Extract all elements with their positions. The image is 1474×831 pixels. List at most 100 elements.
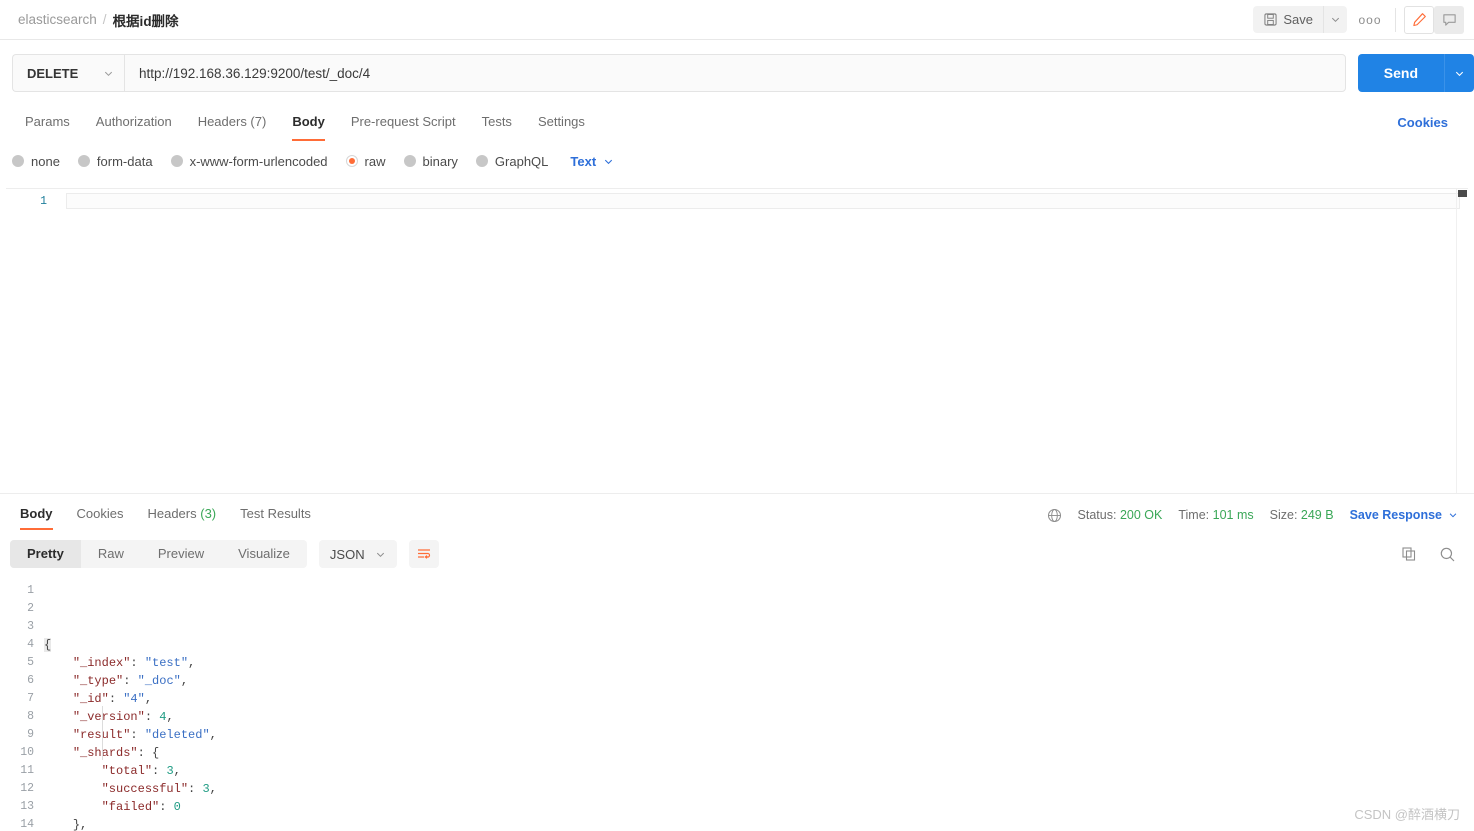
ellipsis-icon: ooo [1358,12,1382,27]
code-line: "_version": 4, [44,708,1474,726]
copy-button[interactable] [1401,546,1417,562]
line-number: 12 [20,782,34,795]
watermark: CSDN @醉酒横刀 [1354,807,1460,822]
response-headers-count: (3) [200,506,217,521]
code-token: "test" [144,656,189,670]
edit-mode-button[interactable] [1404,5,1434,34]
response-body-viewer[interactable]: 1 2 3 4 5 6 7 8 9 10 11 12 13 14 { "_index": "test", … [0,580,1474,831]
body-type-none[interactable]: none [12,154,60,169]
body-type-options: none form-data x-www-form-urlencoded raw… [0,150,1474,172]
response-time: Time: 101 ms [1178,508,1253,522]
response-size-label: Size: [1269,508,1298,522]
breadcrumb-separator: / [102,12,107,27]
body-type-form-data[interactable]: form-data [77,154,153,169]
tab-authorization[interactable]: Authorization [83,108,185,136]
code-token: "_id" [72,692,109,706]
line-number: 1 [40,195,47,208]
tab-headers[interactable]: Headers (7) [185,108,280,136]
code-token: : [123,674,138,688]
comments-button[interactable] [1434,5,1464,34]
line-number: 9 [27,728,34,741]
chevron-down-icon [103,68,114,79]
code-token: "_index" [72,656,131,670]
view-mode-raw[interactable]: Raw [81,540,141,568]
chevron-down-icon [603,156,614,167]
breadcrumb-current[interactable]: 根据id删除 [113,10,179,30]
tab-tests[interactable]: Tests [469,108,525,136]
radio-icon [12,155,24,167]
response-tab-test-results[interactable]: Test Results [228,498,323,532]
wrap-lines-button[interactable] [408,540,439,568]
cookies-link[interactable]: Cookies [1397,115,1462,130]
send-button[interactable]: Send [1357,54,1444,92]
body-type-label: raw [364,153,386,169]
response-view-mode-group: Pretty Raw Preview Visualize [10,540,307,568]
body-type-urlencoded[interactable]: x-www-form-urlencoded [170,154,328,169]
code-token: : { [137,746,160,760]
response-tab-body[interactable]: Body [8,498,65,532]
editor-text-area[interactable] [58,189,1468,493]
send-options-chevron[interactable] [1444,54,1474,92]
body-type-raw[interactable]: raw [345,153,386,169]
response-format-select[interactable]: JSON [318,540,397,568]
view-mode-preview[interactable]: Preview [141,540,221,568]
tab-body[interactable]: Body [279,108,338,141]
line-number: 8 [27,710,34,723]
tab-params[interactable]: Params [12,108,83,136]
save-button[interactable]: Save [1253,6,1323,33]
response-tab-headers[interactable]: Headers (3) [135,498,228,532]
editor-active-line [66,193,1460,209]
body-type-label: GraphQL [494,153,549,169]
code-token: { [44,638,52,652]
response-status-value: 200 OK [1119,508,1163,522]
tab-settings[interactable]: Settings [525,108,598,136]
code-token: "total" [101,764,153,778]
body-type-graphql[interactable]: GraphQL [475,153,549,169]
line-number: 5 [27,656,34,669]
code-token: , [173,764,181,778]
editor-vertical-scrollbar[interactable] [1456,189,1468,493]
save-response-button[interactable]: Save Response [1350,508,1458,522]
view-mode-visualize[interactable]: Visualize [221,540,307,568]
line-number: 7 [27,692,34,705]
code-token: : [130,728,145,742]
radio-selected-icon [345,155,358,167]
request-url-input[interactable]: http://192.168.36.129:9200/test/_doc/4 [124,54,1346,92]
response-tab-cookies[interactable]: Cookies [65,498,136,532]
body-type-binary[interactable]: binary [403,153,458,169]
response-tab-headers-label: Headers [147,506,197,521]
code-token: : [144,710,160,724]
http-method-select[interactable]: DELETE [12,54,124,92]
code-line: "_shards": { [44,744,1474,762]
search-button[interactable] [1439,546,1456,563]
tab-pre-request-script[interactable]: Pre-request Script [338,108,469,136]
code-line: "total": 3, [44,762,1474,780]
editor-scrollbar-thumb[interactable] [1458,190,1467,197]
code-token: : [108,692,124,706]
editor-line-numbers: 1 [6,189,58,493]
toolbar-divider [1395,7,1396,32]
code-token: 3 [202,782,210,796]
response-time-value: 101 ms [1212,508,1254,522]
floppy-disk-icon [1264,13,1277,26]
save-options-chevron[interactable] [1323,6,1347,33]
chevron-down-icon [1454,68,1465,79]
line-number: 1 [27,584,34,597]
radio-icon [403,155,416,167]
breadcrumb-root[interactable]: elasticsearch [18,12,97,27]
breadcrumb: elasticsearch / 根据id删除 [18,10,179,30]
code-token: "failed" [101,800,160,814]
code-token: : [130,656,145,670]
more-options-button[interactable]: ooo [1353,6,1387,33]
body-type-label: binary [422,153,458,169]
code-token: "4" [123,692,145,706]
response-size: Size: 249 B [1270,508,1334,522]
response-toolbar-actions [1401,546,1464,563]
request-body-editor[interactable]: 1 [6,188,1468,493]
code-token: "_version" [72,710,145,724]
raw-format-select[interactable]: Text [570,154,614,169]
response-body-code[interactable]: { "_index": "test", "_type": "_doc", "_i… [44,580,1474,831]
code-token: }, [72,818,88,831]
fold-guide [102,706,103,760]
view-mode-pretty[interactable]: Pretty [10,540,81,568]
